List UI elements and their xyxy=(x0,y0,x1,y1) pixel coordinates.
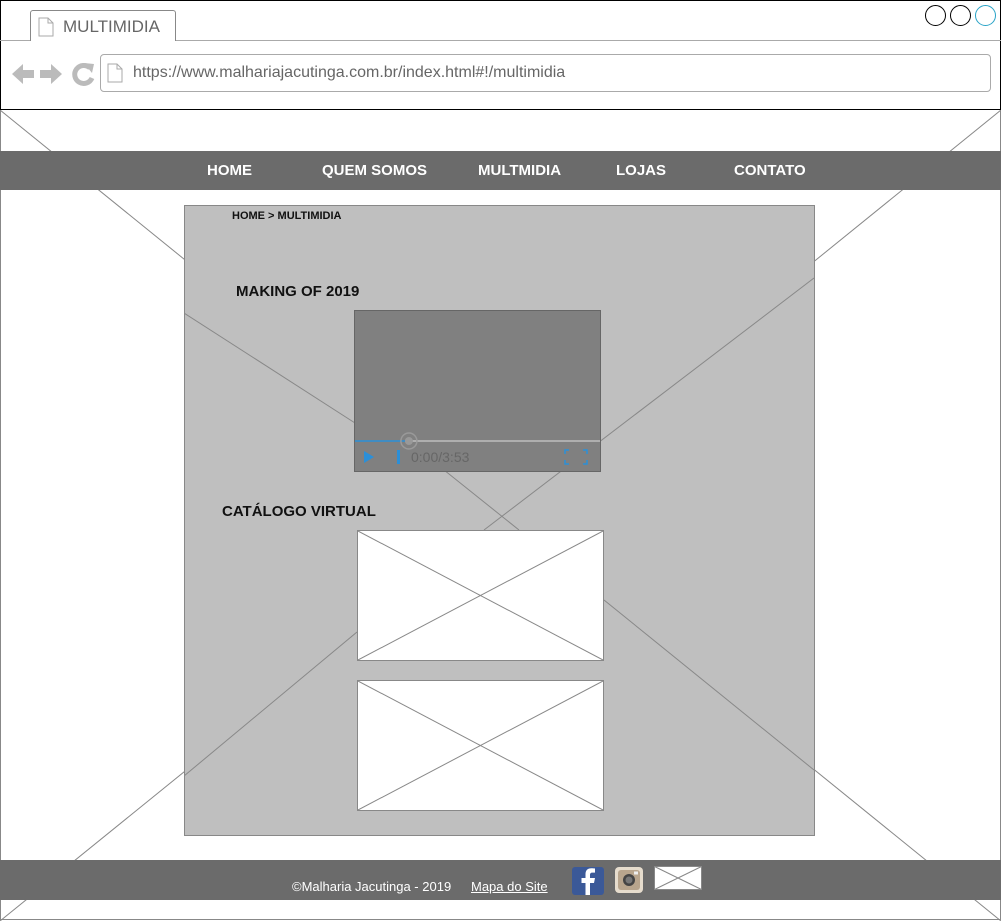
browser-nav-buttons xyxy=(10,60,96,93)
nav-quem-somos[interactable]: QUEM SOMOS xyxy=(322,162,427,179)
footer: ©Malharia Jacutinga - 2019 Mapa do Site xyxy=(0,860,1001,900)
page-icon xyxy=(107,63,123,88)
back-icon[interactable] xyxy=(12,64,34,84)
address-bar[interactable]: https://www.malhariajacutinga.com.br/ind… xyxy=(100,54,991,92)
section-title-making-of: MAKING OF 2019 xyxy=(236,283,360,300)
facebook-icon[interactable] xyxy=(572,867,604,895)
window-minimize-button[interactable] xyxy=(925,5,946,26)
instagram-icon[interactable] xyxy=(615,867,643,893)
nav-lojas[interactable]: LOJAS xyxy=(616,162,666,179)
nav-multimidia[interactable]: MULTMIDIA xyxy=(478,162,561,179)
footer-copyright: ©Malharia Jacutinga - 2019 xyxy=(292,879,452,894)
window-maximize-button[interactable] xyxy=(950,5,971,26)
nav-contato[interactable]: CONTATO xyxy=(734,162,806,179)
page-icon xyxy=(38,17,54,42)
fullscreen-icon[interactable] xyxy=(564,449,588,465)
catalog-image-placeholder[interactable] xyxy=(357,530,604,661)
forward-icon[interactable] xyxy=(40,64,62,84)
play-icon[interactable] xyxy=(364,451,374,463)
email-icon[interactable] xyxy=(654,866,702,890)
tab-title: MULTIMIDIA xyxy=(63,17,160,36)
browser-tab[interactable]: MULTIMIDIA xyxy=(30,10,176,41)
volume-icon[interactable] xyxy=(397,450,400,464)
sitemap-link[interactable]: Mapa do Site xyxy=(471,879,548,894)
window-close-button[interactable] xyxy=(975,5,996,26)
breadcrumb: HOME > MULTIMIDIA xyxy=(232,210,342,222)
url-text[interactable]: https://www.malhariajacutinga.com.br/ind… xyxy=(133,64,565,82)
main-nav: HOME QUEM SOMOS MULTMIDIA LOJAS CONTATO xyxy=(0,151,1001,190)
reload-icon[interactable] xyxy=(72,62,95,86)
video-time: 0:00/3:53 xyxy=(411,449,470,465)
section-title-catalogo: CATÁLOGO VIRTUAL xyxy=(222,503,376,520)
nav-home[interactable]: HOME xyxy=(207,162,252,179)
catalog-image-placeholder[interactable] xyxy=(357,680,604,811)
video-player[interactable]: 0:00/3:53 xyxy=(354,310,601,472)
